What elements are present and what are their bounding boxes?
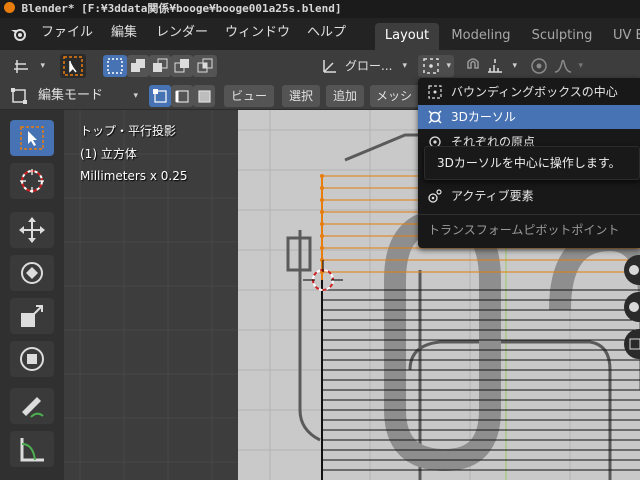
- 3d-cursor-icon[interactable]: [303, 260, 343, 300]
- menu-mesh[interactable]: メッシ: [370, 85, 420, 107]
- select-mode-intersect-button[interactable]: [193, 55, 217, 77]
- grid-scale-label: Millimeters x 0.25: [80, 169, 188, 183]
- tab-modeling[interactable]: Modeling: [443, 23, 519, 50]
- select-invert-icon: [174, 59, 189, 73]
- proportional-editing-button[interactable]: [528, 55, 550, 77]
- transform-orientation-value: グロー...: [345, 59, 393, 73]
- menu-view[interactable]: ビュー: [224, 85, 274, 107]
- menu-window[interactable]: ウィンドウ: [225, 18, 290, 50]
- window-title-bar: Blender* [F:¥3ddata関係¥booge¥booge001a25s…: [0, 0, 640, 18]
- tool-scale[interactable]: [10, 298, 54, 334]
- tool-select-box[interactable]: [10, 120, 54, 156]
- orientation-axes-icon: [323, 60, 336, 73]
- select-intersect-icon: [197, 58, 213, 73]
- hand-pan-button[interactable]: [624, 255, 640, 285]
- tab-layout[interactable]: Layout: [375, 23, 439, 50]
- camera-icon: [629, 302, 639, 312]
- rotate-icon: [21, 262, 43, 284]
- select-new-icon: [107, 58, 123, 74]
- pivot-item-label: 3Dカーソル: [451, 110, 516, 124]
- tool-shelf: [0, 110, 64, 480]
- select-subtract-icon: [153, 58, 168, 72]
- pivot-active-element[interactable]: アクティブ要素: [418, 184, 640, 208]
- tool-rotate[interactable]: [10, 255, 54, 291]
- chevron-down-icon: ▾: [512, 61, 517, 71]
- select-box-cursor-icon: [63, 56, 83, 76]
- falloff-curve-icon: [554, 59, 572, 73]
- object-name-label: (1) 立方体: [80, 147, 137, 161]
- tooltip: 3Dカーソルを中心に操作します。: [424, 146, 640, 180]
- ortho-toggle-button[interactable]: [624, 329, 640, 359]
- edge-select-button[interactable]: [171, 85, 193, 107]
- mode-value: 編集モード: [38, 88, 104, 103]
- vertex-select-icon: [153, 89, 167, 103]
- pivot-bounding-box-center[interactable]: バウンディングボックスの中心: [418, 80, 640, 104]
- tab-sculpting[interactable]: Sculpting: [523, 23, 601, 50]
- camera-view-button[interactable]: [624, 292, 640, 322]
- axis-gizmo-icon: [14, 60, 28, 73]
- select-mode-new-button[interactable]: [103, 55, 127, 77]
- edit-mode-icon: [11, 88, 27, 104]
- pivot-item-label: バウンディングボックスの中心: [451, 85, 618, 99]
- blender-menu-icon[interactable]: [10, 26, 28, 42]
- tool-annotate[interactable]: [10, 388, 54, 424]
- top-menu-bar: ファイル 編集 レンダー ウィンドウ ヘルプ Layout Modeling S…: [0, 18, 640, 50]
- select-mode-extend-button[interactable]: [127, 55, 149, 77]
- pivot-point-icon: [423, 58, 439, 74]
- menu-add[interactable]: 追加: [326, 85, 364, 107]
- snap-increment-icon: [488, 59, 502, 73]
- view-name-label: トップ・平行投影: [80, 124, 177, 138]
- menu-select[interactable]: 選択: [282, 85, 320, 107]
- chevron-down-icon: ▾: [133, 91, 138, 101]
- select-mode-invert-button[interactable]: [171, 55, 193, 77]
- tab-uv-editing[interactable]: UV E: [605, 23, 640, 50]
- tool-measure[interactable]: [10, 431, 54, 467]
- pivot-item-label: アクティブ要素: [451, 189, 534, 203]
- scale-icon: [21, 305, 43, 327]
- pivot-point-dropdown[interactable]: ▾: [418, 55, 454, 77]
- chevron-down-icon: ▾: [578, 61, 583, 71]
- chevron-down-icon: ▾: [446, 61, 451, 71]
- grid-icon: [629, 338, 640, 350]
- active-element-icon: [428, 189, 442, 203]
- menu-render[interactable]: レンダー: [156, 18, 208, 50]
- proportional-editing-icon: [531, 58, 547, 74]
- bounding-box-center-icon: [428, 85, 442, 99]
- pivot-menu-title: トランスフォームピボットポイント: [428, 223, 620, 237]
- menu-separator: [418, 214, 640, 215]
- tool-cursor[interactable]: [10, 163, 54, 199]
- proportional-falloff-dropdown[interactable]: ▾: [552, 55, 586, 77]
- move-arrows-icon: [19, 217, 45, 243]
- view-options-button[interactable]: ▾: [8, 55, 48, 77]
- pivot-3d-cursor[interactable]: 3Dカーソル: [418, 105, 640, 129]
- select-extend-icon: [131, 59, 145, 72]
- ruler-icon: [20, 438, 44, 462]
- transform-icon: [20, 347, 44, 371]
- menu-file[interactable]: ファイル: [41, 18, 93, 50]
- chevron-down-icon: ▾: [402, 61, 407, 71]
- window-title: Blender* [F:¥3ddata関係¥booge¥booge001a25s…: [21, 2, 342, 15]
- select-mode-subtract-button[interactable]: [149, 55, 171, 77]
- tool-move[interactable]: [10, 212, 54, 248]
- blender-logo-icon: [4, 2, 15, 13]
- face-select-button[interactable]: [193, 85, 215, 107]
- menu-edit[interactable]: 編集: [111, 18, 137, 50]
- cursor-icon: [20, 169, 44, 193]
- face-select-icon: [198, 90, 211, 103]
- transform-orientation-dropdown[interactable]: グロー... ▾: [318, 55, 410, 77]
- snap-target-dropdown[interactable]: ▾: [484, 55, 520, 77]
- pencil-icon: [22, 397, 44, 418]
- tool-transform[interactable]: [10, 341, 54, 377]
- vertex-select-button[interactable]: [149, 85, 171, 107]
- snap-toggle-button[interactable]: [462, 55, 484, 77]
- select-box-icon: [20, 126, 44, 150]
- select-tool-button[interactable]: [60, 54, 86, 78]
- magnet-icon: [467, 58, 479, 69]
- chevron-down-icon: ▾: [40, 61, 45, 71]
- 3d-cursor-icon: [428, 110, 442, 124]
- mode-dropdown[interactable]: 編集モード ▾: [8, 85, 142, 107]
- edge-select-icon: [175, 90, 189, 103]
- menu-help[interactable]: ヘルプ: [307, 18, 346, 50]
- hand-icon: [629, 265, 639, 275]
